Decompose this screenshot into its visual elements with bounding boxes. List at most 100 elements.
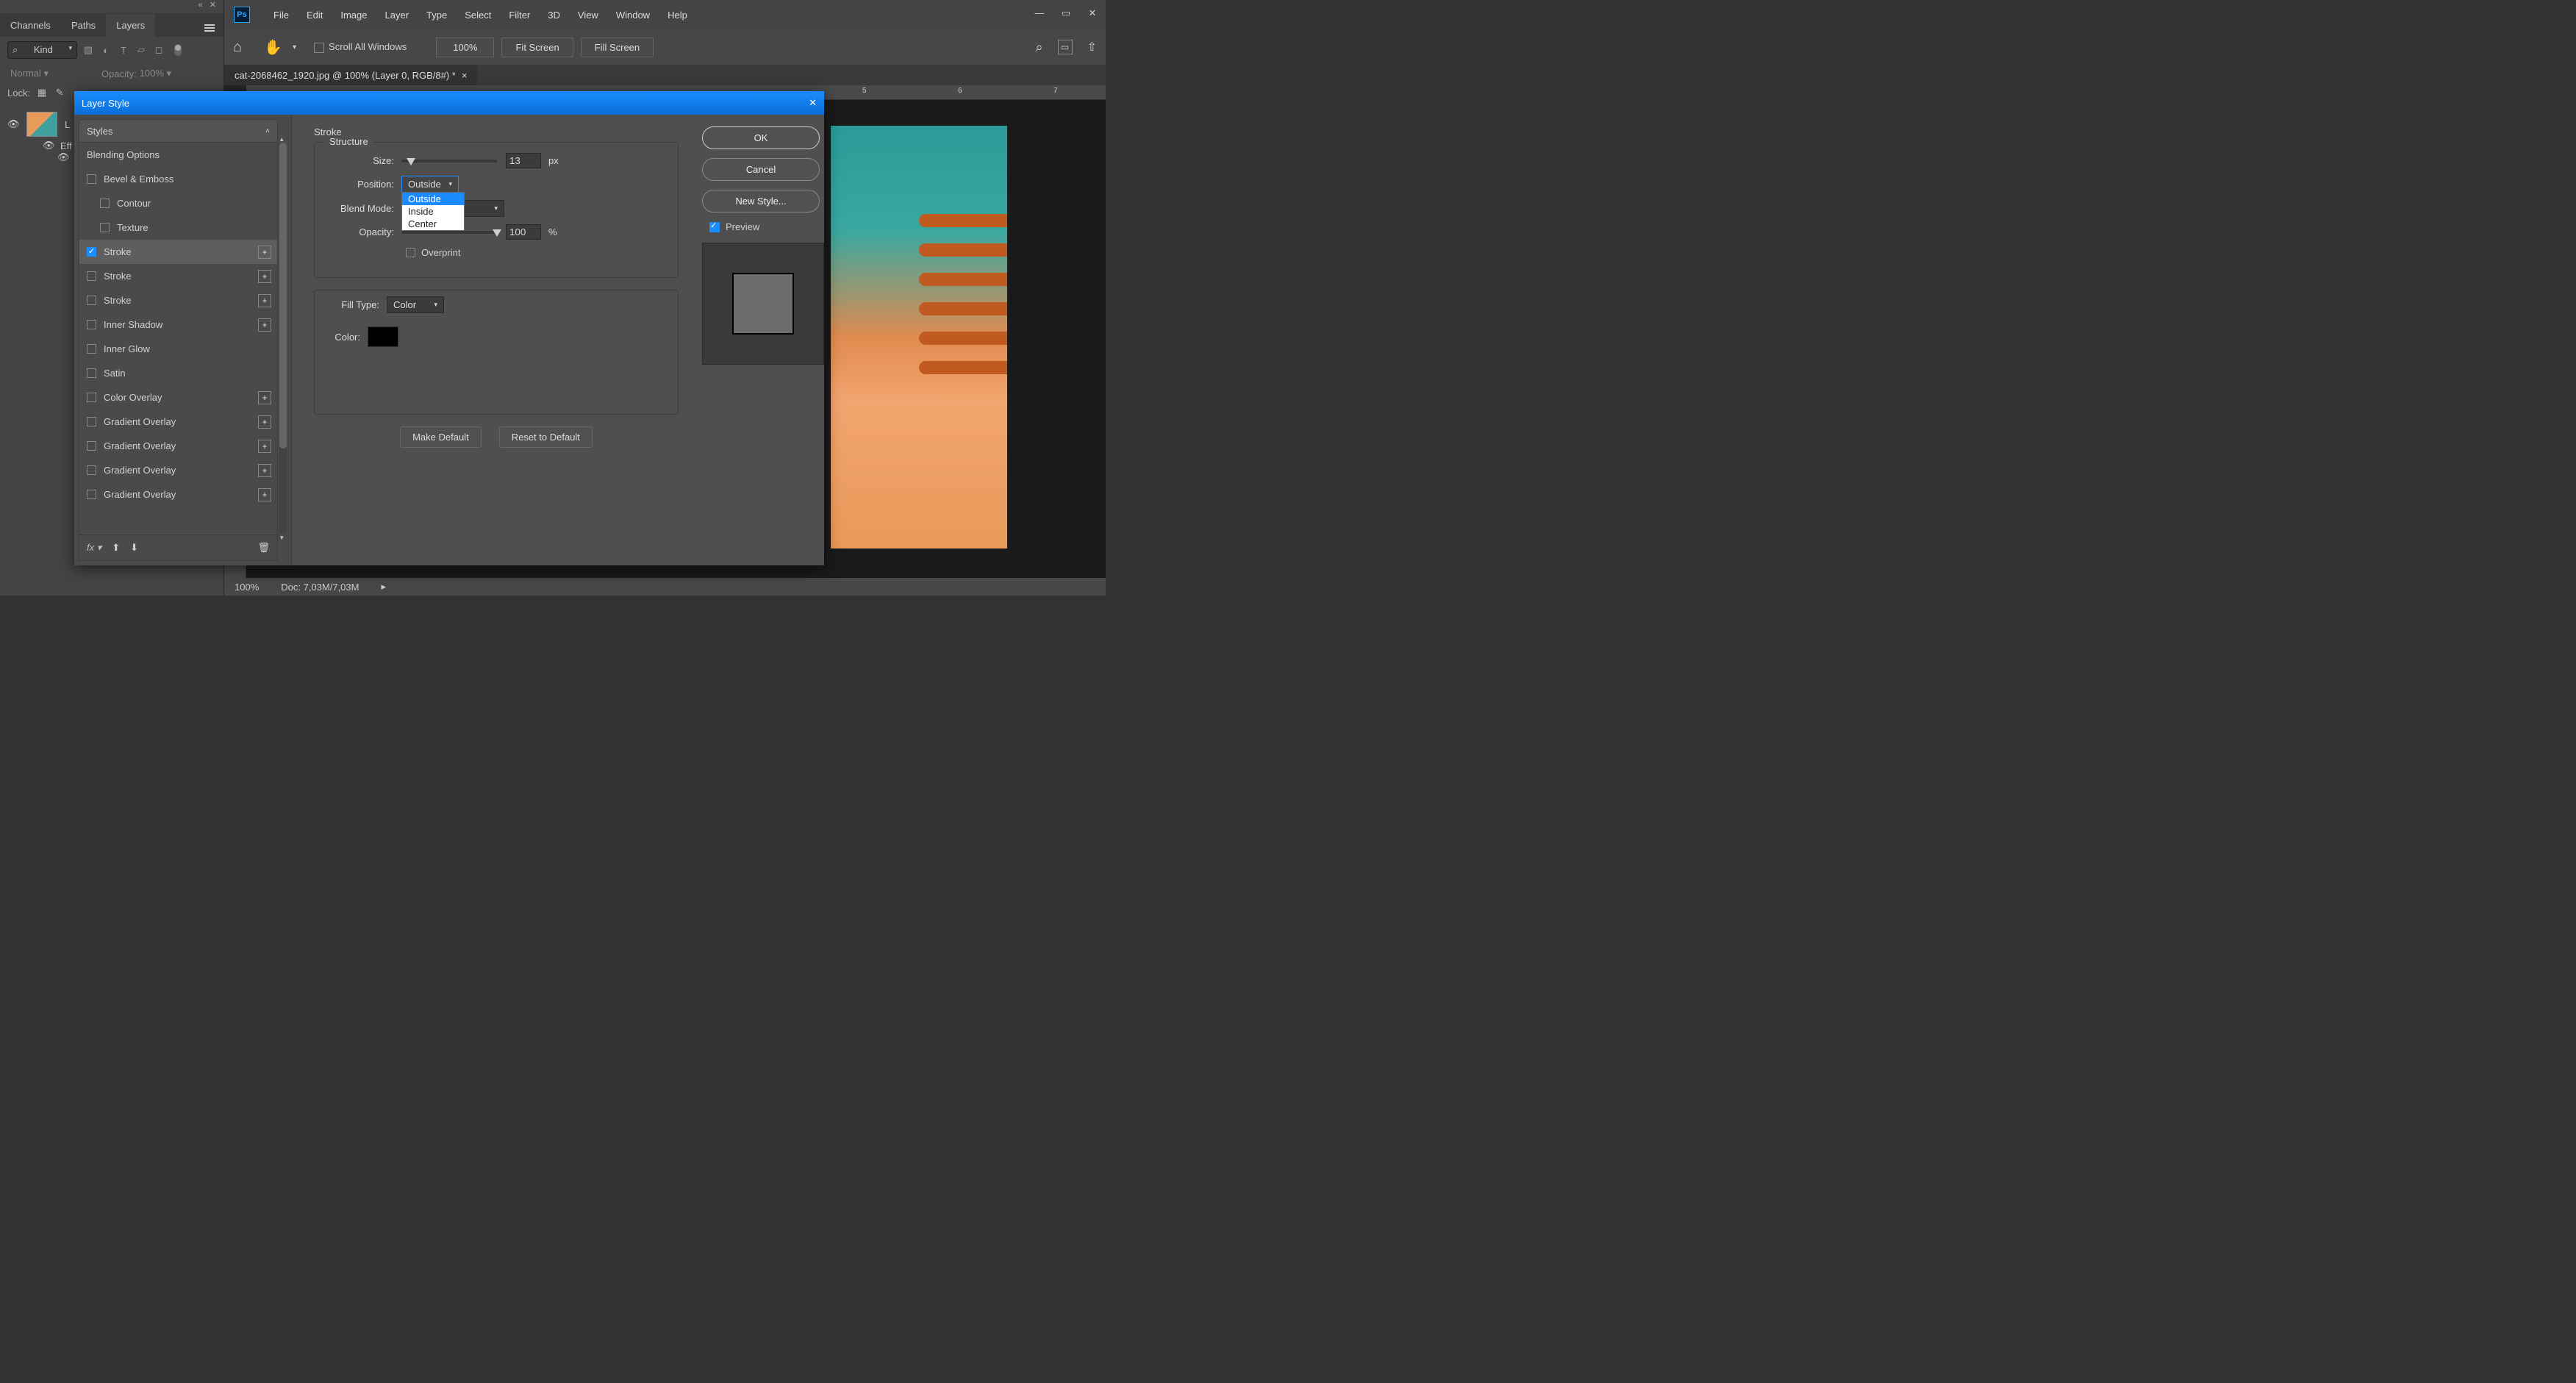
layer-visibility-icon[interactable]: 👁 (7, 118, 19, 130)
panel-tab-layers[interactable]: Layers (106, 14, 155, 37)
dialog-close-icon[interactable]: ✕ (809, 97, 817, 109)
style-item-gradient-overlay[interactable]: Gradient Overlay+ (79, 410, 277, 434)
document-tab-close-icon[interactable]: × (462, 70, 468, 81)
color-swatch[interactable] (368, 326, 398, 347)
dialog-titlebar[interactable]: Layer Style ✕ (74, 91, 824, 115)
menu-layer[interactable]: Layer (376, 10, 418, 21)
style-item-add-icon[interactable]: + (258, 294, 271, 307)
make-default-button[interactable]: Make Default (400, 426, 482, 448)
move-down-icon[interactable]: ⬇ (130, 542, 138, 554)
panel-collapse-button[interactable]: « ✕ (0, 0, 223, 13)
menu-type[interactable]: Type (418, 10, 456, 21)
move-up-icon[interactable]: ⬆ (112, 542, 120, 554)
style-item-checkbox[interactable] (100, 223, 110, 232)
position-option-inside[interactable]: Inside (402, 205, 464, 218)
menu-file[interactable]: File (265, 10, 298, 21)
style-item-texture[interactable]: Texture (79, 215, 277, 240)
style-item-checkbox[interactable] (87, 465, 96, 475)
search-icon[interactable]: ⌕ (1036, 40, 1043, 55)
zoom-value[interactable]: 100% (436, 37, 494, 57)
scrollbar-down-icon[interactable]: ▾ (280, 534, 284, 542)
fit-screen-button[interactable]: Fit Screen (501, 37, 573, 57)
opacity-value-select[interactable]: 100% ▾ (140, 68, 171, 79)
style-item-checkbox[interactable] (87, 247, 96, 257)
style-item-gradient-overlay[interactable]: Gradient Overlay+ (79, 434, 277, 458)
document-tab[interactable]: cat-2068462_1920.jpg @ 100% (Layer 0, RG… (224, 65, 477, 85)
style-item-checkbox[interactable] (87, 174, 96, 184)
style-item-gradient-overlay[interactable]: Gradient Overlay+ (79, 458, 277, 482)
menu-view[interactable]: View (569, 10, 607, 21)
fill-screen-button[interactable]: Fill Screen (581, 37, 654, 57)
style-item-checkbox[interactable] (100, 199, 110, 208)
style-item-checkbox[interactable] (87, 393, 96, 402)
effect-visibility-icon[interactable]: 👁 (57, 151, 69, 163)
style-item-stroke[interactable]: Stroke+ (79, 264, 277, 288)
styles-scrollbar[interactable]: ▴ ▾ (279, 143, 287, 535)
style-item-checkbox[interactable] (87, 417, 96, 426)
position-option-outside[interactable]: Outside (402, 193, 464, 205)
window-close-button[interactable]: ✕ (1087, 7, 1098, 19)
window-maximize-button[interactable]: ▭ (1060, 7, 1072, 19)
layer-name[interactable]: L (65, 119, 70, 130)
style-item-add-icon[interactable]: + (258, 391, 271, 404)
status-doc-size[interactable]: Doc: 7,03M/7,03M (281, 582, 359, 593)
style-item-bevel-emboss[interactable]: Bevel & Emboss (79, 167, 277, 191)
home-icon[interactable]: ⌂ (233, 39, 242, 56)
filter-type-icon[interactable]: T (117, 43, 130, 57)
workspace-select-icon[interactable]: ▭ (1058, 40, 1073, 54)
style-item-checkbox[interactable] (87, 320, 96, 329)
size-slider[interactable] (401, 160, 497, 162)
fill-type-select[interactable]: Color ▾ (387, 296, 444, 313)
blend-mode-select[interactable]: Normal ▾ (7, 66, 96, 81)
style-item-color-overlay[interactable]: Color Overlay+ (79, 385, 277, 410)
hand-tool-icon[interactable]: ✋ (264, 38, 282, 57)
lock-paint-icon[interactable]: ✎ (54, 87, 65, 99)
window-minimize-button[interactable]: — (1034, 7, 1045, 19)
style-item-add-icon[interactable]: + (258, 464, 271, 477)
menu-edit[interactable]: Edit (298, 10, 332, 21)
scroll-all-windows-checkbox[interactable]: Scroll All Windows (314, 41, 407, 53)
menu-3d[interactable]: 3D (539, 10, 569, 21)
position-option-center[interactable]: Center (402, 218, 464, 230)
filter-toggle[interactable] (174, 44, 182, 56)
effects-visibility-icon[interactable]: 👁 (43, 140, 54, 151)
style-item-add-icon[interactable]: + (258, 246, 271, 259)
panel-tab-paths[interactable]: Paths (61, 14, 106, 37)
menu-image[interactable]: Image (332, 10, 376, 21)
filter-adjustment-icon[interactable]: ◐ (99, 43, 112, 57)
filter-shape-icon[interactable]: ▱ (135, 43, 148, 57)
delete-icon[interactable]: 🗑 (257, 542, 270, 554)
reset-default-button[interactable]: Reset to Default (499, 426, 593, 448)
style-item-checkbox[interactable] (87, 441, 96, 451)
layer-thumbnail[interactable] (26, 112, 57, 137)
scrollbar-thumb[interactable] (279, 143, 287, 449)
style-item-checkbox[interactable] (87, 368, 96, 378)
style-item-gradient-overlay[interactable]: Gradient Overlay+ (79, 482, 277, 507)
preview-checkbox-row[interactable]: Preview (709, 221, 814, 232)
opacity-input[interactable] (506, 224, 541, 240)
panel-menu-button[interactable] (196, 14, 223, 37)
opacity-slider[interactable] (401, 231, 497, 234)
lock-pixels-icon[interactable]: ▦ (36, 87, 48, 99)
style-item-add-icon[interactable]: + (258, 318, 271, 332)
style-item-add-icon[interactable]: + (258, 440, 271, 453)
style-item-inner-shadow[interactable]: Inner Shadow+ (79, 312, 277, 337)
styles-header[interactable]: Styles ˄ (79, 119, 278, 143)
layer-filter-kind-select[interactable]: ⌕ Kind ▾ (7, 41, 77, 59)
style-item-checkbox[interactable] (87, 490, 96, 499)
share-icon[interactable]: ⇧ (1087, 40, 1097, 54)
style-item-stroke[interactable]: Stroke+ (79, 240, 277, 264)
style-item-inner-glow[interactable]: Inner Glow (79, 337, 277, 361)
style-item-add-icon[interactable]: + (258, 488, 271, 501)
status-zoom[interactable]: 100% (235, 582, 259, 593)
size-input[interactable] (506, 153, 541, 168)
status-flyout-icon[interactable]: ▸ (381, 581, 386, 593)
styles-blending-options[interactable]: Blending Options (79, 143, 277, 167)
filter-smart-icon[interactable]: ◻ (152, 43, 165, 57)
scroll-up-icon[interactable]: ˄ (265, 127, 270, 135)
style-item-add-icon[interactable]: + (258, 415, 271, 429)
style-item-stroke[interactable]: Stroke+ (79, 288, 277, 312)
style-item-checkbox[interactable] (87, 344, 96, 354)
overprint-checkbox[interactable] (406, 248, 415, 257)
style-item-add-icon[interactable]: + (258, 270, 271, 283)
